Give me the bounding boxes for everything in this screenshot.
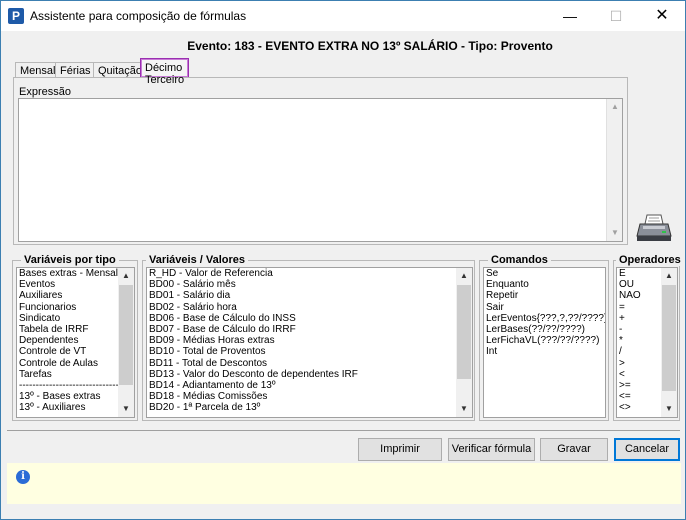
operadores-title: Operadores (616, 254, 684, 266)
list-item[interactable]: BD10 - Total de Proventos (147, 346, 472, 357)
scroll-down-icon[interactable]: ▼ (118, 401, 134, 417)
list-item[interactable]: BD18 - Médias Comissões (147, 391, 472, 402)
list-item[interactable]: Tarefas (17, 369, 134, 380)
list-item[interactable]: BD09 - Médias Horas extras (147, 335, 472, 346)
list-item[interactable]: Tabela de IRRF (17, 324, 134, 335)
comandos-list[interactable]: Se Enquanto Repetir Sair LerEventos{???,… (483, 267, 606, 418)
scroll-up-icon[interactable]: ▲ (607, 99, 623, 115)
scroll-down-icon[interactable]: ▼ (456, 401, 472, 417)
info-bar: i (7, 463, 681, 504)
tab-ferias[interactable]: Férias (55, 62, 96, 78)
list-item[interactable]: 13º - Bases extras (17, 391, 134, 402)
list-item[interactable]: BD07 - Base de Cálculo do IRRF (147, 324, 472, 335)
scroll-up-icon[interactable]: ▲ (456, 268, 472, 284)
divider (7, 430, 680, 431)
app-icon: P (8, 8, 24, 24)
list-item[interactable]: LerFichaVL(???/??/????) (484, 335, 605, 346)
comandos-group: Comandos Se Enquanto Repetir Sair LerEve… (479, 254, 609, 421)
operadores-scrollbar[interactable]: ▲ ▼ (661, 268, 677, 417)
variaveis-valores-list[interactable]: R_HD - Valor de Referencia BD00 - Salári… (146, 267, 473, 418)
tab-panel: Expressão ▲ ▼ (13, 77, 628, 245)
list-item[interactable]: BD06 - Base de Cálculo do INSS (147, 313, 472, 324)
list-item[interactable]: Controle de VT (17, 346, 134, 357)
list-item[interactable]: BD00 - Salário mês (147, 279, 472, 290)
scroll-thumb[interactable] (662, 285, 676, 391)
gravar-button[interactable]: Gravar (540, 438, 608, 461)
title-bar: P Assistente para composição de fórmulas… (1, 1, 685, 31)
list-item[interactable]: LerEventos{???,?,??/????} (484, 313, 605, 324)
scroll-down-icon[interactable]: ▼ (607, 225, 623, 241)
list-item[interactable]: BD01 - Salário dia (147, 290, 472, 301)
variaveis-tipo-group: Variáveis por tipo Bases extras - Mensal… (12, 254, 138, 421)
window-title: Assistente para composição de fórmulas (30, 9, 247, 23)
variaveis-valores-title: Variáveis / Valores (146, 254, 249, 266)
tab-mensal[interactable]: Mensal (15, 62, 61, 78)
list-item[interactable]: Sindicato (17, 313, 134, 324)
scroll-thumb[interactable] (119, 285, 133, 385)
list-item[interactable]: BD14 - Adiantamento de 13º (147, 380, 472, 391)
comandos-title: Comandos (488, 254, 551, 266)
maximize-button[interactable]: ☐ (593, 1, 639, 31)
tab-quitacao[interactable]: Quitação (93, 62, 148, 78)
evento-title: Evento: 183 - EVENTO EXTRA NO 13º SALÁRI… (187, 39, 553, 53)
list-item[interactable]: BD20 - 1ª Parcela de 13º (147, 402, 472, 413)
minimize-button[interactable]: — (547, 1, 593, 31)
operadores-list[interactable]: E OU NAO = + - * / > < >= <= <> ▲ ▼ (616, 267, 678, 418)
info-icon: i (16, 470, 30, 484)
variaveis-valores-scrollbar[interactable]: ▲ ▼ (456, 268, 472, 417)
expression-scrollbar[interactable]: ▲ ▼ (606, 99, 622, 241)
list-item[interactable]: Eventos (17, 279, 134, 290)
variaveis-valores-group: Variáveis / Valores R_HD - Valor de Refe… (142, 254, 475, 421)
variaveis-tipo-title: Variáveis por tipo (21, 254, 119, 266)
variaveis-tipo-scrollbar[interactable]: ▲ ▼ (118, 268, 134, 417)
list-item[interactable]: Enquanto (484, 279, 605, 290)
scroll-thumb[interactable] (457, 285, 471, 379)
list-item[interactable]: Controle de Aulas (17, 358, 134, 369)
operadores-group: Operadores E OU NAO = + - * / > < >= <= … (613, 254, 684, 421)
list-item[interactable]: Sair (484, 302, 605, 313)
list-item[interactable]: BD11 - Total de Descontos (147, 358, 472, 369)
verificar-formula-button[interactable]: Verificar fórmula (448, 438, 535, 461)
expression-textarea[interactable]: ▲ ▼ (18, 98, 623, 242)
print-button[interactable] (634, 212, 674, 245)
scroll-up-icon[interactable]: ▲ (118, 268, 134, 284)
list-item[interactable]: Bases extras - Mensal (17, 268, 134, 279)
imprimir-variaveis-button[interactable]: Imprimir Variáveis (358, 438, 442, 476)
list-item[interactable]: BD13 - Valor do Desconto de dependentes … (147, 369, 472, 380)
list-item[interactable]: Se (484, 268, 605, 279)
list-item[interactable]: R_HD - Valor de Referencia (147, 268, 472, 279)
list-item[interactable]: Dependentes (17, 335, 134, 346)
tab-decimo-terceiro[interactable]: Décimo Terceiro (140, 58, 190, 86)
list-separator: ------------------------------ (19, 379, 119, 391)
cancelar-button[interactable]: Cancelar (614, 438, 680, 461)
scroll-up-icon[interactable]: ▲ (661, 268, 677, 284)
list-item[interactable]: 13º - Auxiliares (17, 402, 134, 413)
variaveis-tipo-list[interactable]: Bases extras - Mensal Eventos Auxiliares… (16, 267, 135, 418)
scroll-down-icon[interactable]: ▼ (661, 401, 677, 417)
list-item[interactable]: Auxiliares (17, 290, 134, 301)
close-button[interactable]: ✕ (639, 1, 685, 31)
list-item[interactable]: Repetir (484, 290, 605, 301)
expression-label: Expressão (19, 86, 71, 98)
list-item[interactable]: Funcionarios (17, 302, 134, 313)
list-item[interactable]: Int (484, 346, 605, 357)
list-item[interactable]: LerBases(??/??/????) (484, 324, 605, 335)
formula-assistant-window: P Assistente para composição de fórmulas… (0, 0, 686, 520)
list-item[interactable]: BD02 - Salário hora (147, 302, 472, 313)
printer-icon (636, 214, 672, 241)
